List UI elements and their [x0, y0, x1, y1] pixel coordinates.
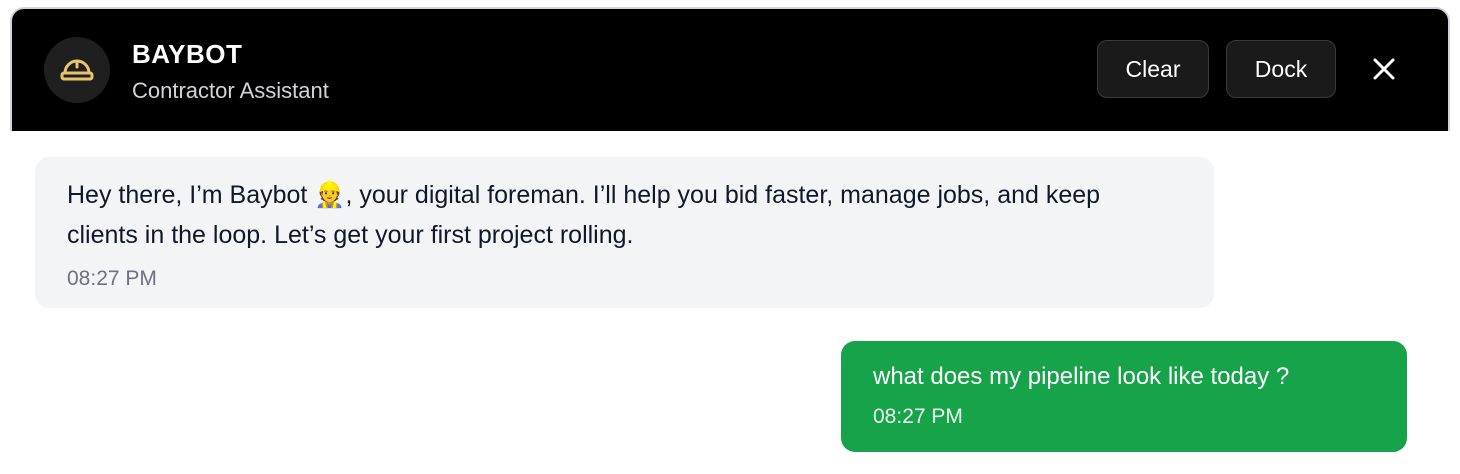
- chat-header: BAYBOT Contractor Assistant Clear Dock: [10, 7, 1450, 131]
- bot-message-timestamp: 08:27 PM: [67, 267, 157, 290]
- hard-hat-icon: [59, 53, 95, 88]
- bot-message-text: Hey there, I’m Baybot 👷, your digital fo…: [67, 181, 1101, 249]
- close-icon[interactable]: [1372, 57, 1396, 86]
- bot-avatar: [44, 37, 110, 103]
- user-message-timestamp: 08:27 PM: [873, 405, 963, 428]
- close-button[interactable]: [1364, 51, 1404, 91]
- assistant-subtitle: Contractor Assistant: [132, 78, 329, 103]
- clear-button[interactable]: Clear: [1097, 40, 1209, 98]
- user-message-text: what does my pipeline look like today ?: [873, 363, 1290, 390]
- dock-button[interactable]: Dock: [1226, 40, 1336, 98]
- assistant-title: BAYBOT: [132, 39, 243, 69]
- bot-message: Hey there, I’m Baybot 👷, your digital fo…: [35, 157, 1214, 308]
- user-message: what does my pipeline look like today ? …: [841, 341, 1407, 452]
